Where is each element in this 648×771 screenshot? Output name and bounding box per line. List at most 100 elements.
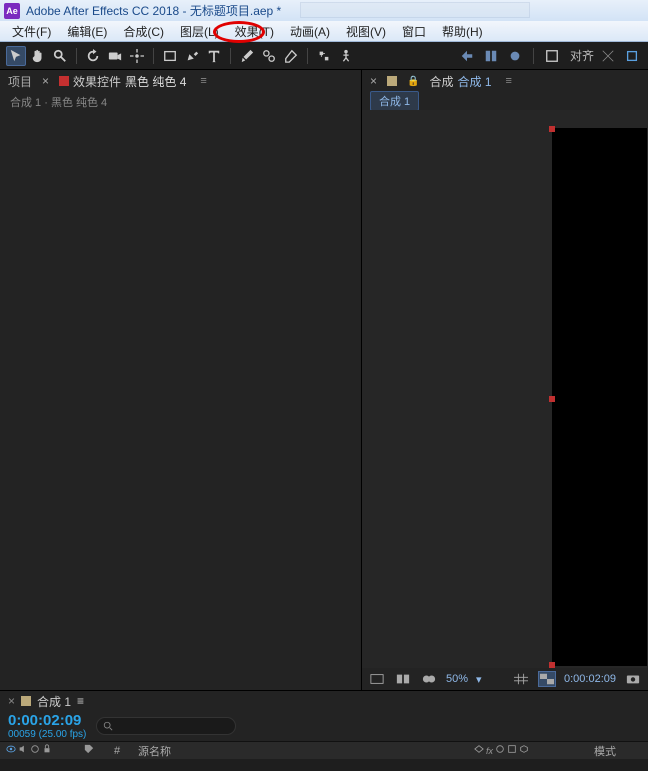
menu-view[interactable]: 视图(V) xyxy=(338,21,394,42)
app-logo: Ae xyxy=(4,3,20,19)
tool-separator xyxy=(230,48,231,64)
timeline-tabs: × 合成 1 ≡ xyxy=(0,691,648,711)
selection-tool[interactable] xyxy=(6,46,26,66)
eraser-tool[interactable] xyxy=(281,46,301,66)
col-mode[interactable]: 模式 xyxy=(588,743,648,759)
camera-tool[interactable] xyxy=(105,46,125,66)
solo-icon[interactable] xyxy=(30,744,40,757)
layer-color-swatch xyxy=(59,76,69,86)
adjustment-icon[interactable] xyxy=(507,744,517,757)
pan-behind-tool[interactable] xyxy=(127,46,147,66)
menu-layer[interactable]: 图层(L) xyxy=(172,21,227,42)
tool-separator xyxy=(533,48,534,64)
tab-effect-controls[interactable]: 效果控件 黑色 纯色 4 xyxy=(59,73,186,90)
transparency-icon[interactable] xyxy=(538,671,556,687)
snap-opts-a[interactable] xyxy=(598,46,618,66)
brush-tool[interactable] xyxy=(237,46,257,66)
panel-toggle-b[interactable] xyxy=(481,46,501,66)
timeline-tab-close-icon[interactable]: × xyxy=(8,694,15,708)
panel-toggle-c[interactable] xyxy=(505,46,525,66)
fx-icon[interactable]: fx xyxy=(486,746,493,756)
left-panel-group: 项目 × 效果控件 黑色 纯色 4 ≡ 合成 1 · 黑色 纯色 4 xyxy=(0,70,362,690)
comp-panel-tabs: × 🔒 合成 合成 1 ≡ xyxy=(362,70,648,92)
tool-separator xyxy=(153,48,154,64)
effect-controls-target: 黑色 纯色 4 xyxy=(125,73,186,90)
mask-view-icon[interactable] xyxy=(420,671,438,687)
timeline-menu-icon[interactable]: ≡ xyxy=(77,694,84,708)
type-tool[interactable] xyxy=(204,46,224,66)
tool-separator xyxy=(307,48,308,64)
search-icon xyxy=(103,721,113,731)
menu-anim[interactable]: 动画(A) xyxy=(282,21,338,42)
menu-window[interactable]: 窗口 xyxy=(394,21,434,42)
left-panel-tabs: 项目 × 效果控件 黑色 纯色 4 ≡ xyxy=(0,70,361,92)
selection-handle[interactable] xyxy=(549,126,555,132)
tab-project-label: 项目 xyxy=(8,73,32,90)
menu-bar: 文件(F) 编辑(E) 合成(C) 图层(L) 效果(T) 动画(A) 视图(V… xyxy=(0,21,648,42)
menu-help[interactable]: 帮助(H) xyxy=(434,21,491,42)
rectangle-tool[interactable] xyxy=(160,46,180,66)
timeline-tab-name[interactable]: 合成 1 xyxy=(37,693,71,710)
current-timecode[interactable]: 0:00:02:09 xyxy=(8,712,86,729)
comp-tab-close-icon[interactable]: × xyxy=(370,74,377,88)
tool-separator xyxy=(76,48,77,64)
panel-toggle-a[interactable] xyxy=(457,46,477,66)
tab-project-close-icon[interactable]: × xyxy=(42,74,49,88)
zoom-level[interactable]: 50% xyxy=(446,673,468,685)
channel-icon[interactable] xyxy=(394,671,412,687)
tab-project[interactable]: 项目 xyxy=(8,73,32,90)
snapshot-icon[interactable] xyxy=(624,671,642,687)
selection-handle[interactable] xyxy=(549,396,555,402)
col-source-name[interactable]: 源名称 xyxy=(132,743,468,759)
timeline-time-row: 0:00:02:09 00059 (25.00 fps) xyxy=(0,711,648,741)
snap-opts-b[interactable] xyxy=(622,46,642,66)
viewer-footer: 50% ▾ 0:00:02:09 xyxy=(362,668,648,690)
resolution-icon[interactable] xyxy=(368,671,386,687)
viewer-timecode[interactable]: 0:00:02:09 xyxy=(564,673,616,685)
panel-menu-icon[interactable]: ≡ xyxy=(196,75,210,87)
audio-icon[interactable] xyxy=(18,744,28,757)
lock-icon[interactable]: 🔒 xyxy=(407,76,419,87)
menu-comp[interactable]: 合成(C) xyxy=(115,21,172,42)
3d-icon[interactable] xyxy=(519,744,529,757)
clone-tool[interactable] xyxy=(259,46,279,66)
zoom-dropdown-icon[interactable]: ▾ xyxy=(476,673,482,686)
timeline-search-input[interactable] xyxy=(96,717,236,735)
eye-icon[interactable] xyxy=(6,744,16,757)
grid-icon[interactable] xyxy=(512,671,530,687)
puppet-tool[interactable] xyxy=(336,46,356,66)
comp-active-name: 合成 1 xyxy=(457,73,491,90)
composition-viewer[interactable] xyxy=(362,110,648,668)
roto-tool[interactable] xyxy=(314,46,334,66)
composition-panel: × 🔒 合成 合成 1 ≡ 合成 1 50% ▾ 0 xyxy=(362,70,648,690)
timeline-panel: × 合成 1 ≡ 0:00:02:09 00059 (25.00 fps) # … xyxy=(0,690,648,771)
tab-composition[interactable]: 合成 合成 1 xyxy=(429,73,491,90)
col-number[interactable]: # xyxy=(108,745,132,757)
rotate-tool[interactable] xyxy=(83,46,103,66)
menu-effect[interactable]: 效果(T) xyxy=(227,21,282,42)
comp-panel-menu-icon[interactable]: ≡ xyxy=(502,75,516,87)
comp-swatch xyxy=(387,76,397,86)
pen-tool[interactable] xyxy=(182,46,202,66)
snap-label: 对齐 xyxy=(570,47,594,64)
menu-file[interactable]: 文件(F) xyxy=(4,21,59,42)
comp-canvas[interactable] xyxy=(552,128,647,666)
motion-blur-icon[interactable] xyxy=(495,744,505,757)
selection-handle[interactable] xyxy=(549,662,555,668)
shy-icon[interactable] xyxy=(474,744,484,757)
tool-bar: 对齐 xyxy=(0,42,648,70)
comp-label: 合成 xyxy=(429,73,453,90)
panel-row: 项目 × 效果控件 黑色 纯色 4 ≡ 合成 1 · 黑色 纯色 4 × 🔒 合… xyxy=(0,70,648,690)
label-icon[interactable] xyxy=(84,744,94,757)
hand-tool[interactable] xyxy=(28,46,48,66)
timeline-comp-swatch xyxy=(21,696,31,706)
comp-flow-chip[interactable]: 合成 1 xyxy=(370,91,419,111)
timeline-columns: # 源名称 fx 模式 xyxy=(0,741,648,759)
menu-edit[interactable]: 编辑(E) xyxy=(59,21,115,42)
zoom-tool[interactable] xyxy=(50,46,70,66)
snap-checkbox[interactable] xyxy=(542,46,562,66)
lock-icon[interactable] xyxy=(42,744,52,757)
effect-controls-prefix: 效果控件 xyxy=(73,73,121,90)
effect-controls-path: 合成 1 · 黑色 纯色 4 xyxy=(0,92,361,112)
window-title: Adobe After Effects CC 2018 - 无标题项目.aep … xyxy=(26,2,281,19)
